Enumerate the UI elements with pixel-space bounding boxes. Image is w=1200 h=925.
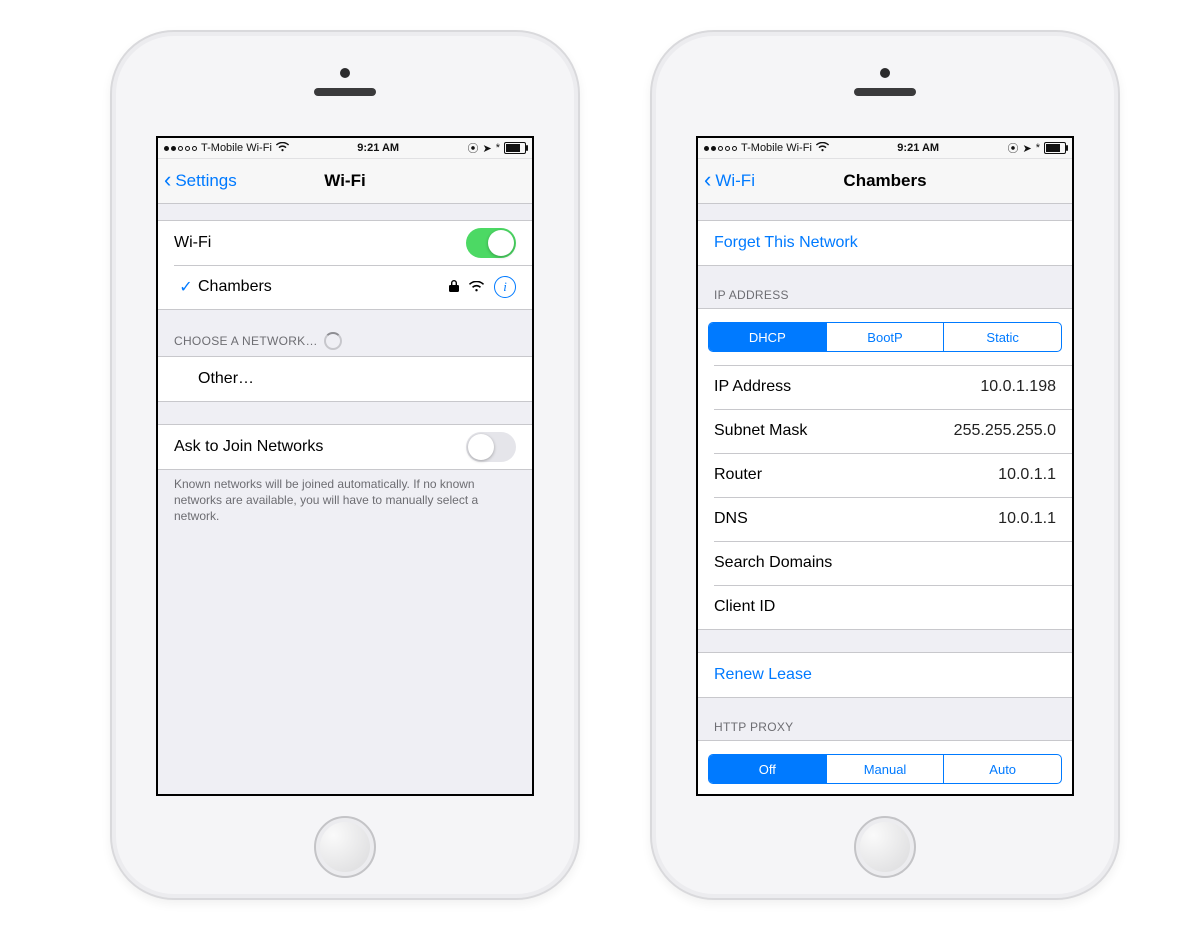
status-time: 9:21 AM	[897, 142, 939, 154]
segment-proxy-off[interactable]: Off	[709, 755, 826, 783]
info-icon[interactable]: i	[494, 276, 516, 298]
renew-lease-button[interactable]: Renew Lease	[698, 653, 1072, 697]
forget-network-button[interactable]: Forget This Network	[698, 221, 1072, 265]
back-label: Wi-Fi	[715, 171, 755, 191]
subnet-mask-value: 255.255.255.0	[954, 422, 1056, 440]
bluetooth-icon: *	[1036, 142, 1040, 154]
spinner-icon	[324, 332, 342, 350]
screen-wifi-list: T-Mobile Wi-Fi 9:21 AM ⦿ ➤ * ‹ Settings	[156, 136, 534, 796]
ip-address-group: IP ADDRESS DHCP BootP Static IP Address …	[698, 288, 1072, 630]
current-network-row[interactable]: ✓ Chambers i	[158, 265, 532, 309]
dns-value: 10.0.1.1	[998, 510, 1056, 528]
signal-dots-icon	[164, 146, 197, 151]
ip-address-header: IP ADDRESS	[698, 288, 1072, 308]
choose-network-header: CHOOSE A NETWORK…	[158, 332, 532, 356]
ask-join-footer: Known networks will be joined automatica…	[158, 470, 532, 525]
battery-icon	[504, 142, 526, 154]
phone-camera	[880, 68, 890, 78]
phone-speaker	[854, 88, 916, 96]
orientation-lock-icon: ⦿	[1007, 140, 1018, 156]
back-button[interactable]: ‹ Settings	[164, 159, 237, 203]
dns-row[interactable]: DNS 10.0.1.1	[698, 497, 1072, 541]
wifi-toggle-label: Wi-Fi	[174, 234, 466, 252]
carrier-label: T-Mobile Wi-Fi	[201, 142, 272, 154]
phone-camera	[340, 68, 350, 78]
nav-bar: ‹ Wi-Fi Chambers	[698, 159, 1072, 204]
ip-mode-segmented: DHCP BootP Static	[708, 322, 1062, 352]
phone-left: T-Mobile Wi-Fi 9:21 AM ⦿ ➤ * ‹ Settings	[110, 30, 580, 900]
forget-group: Forget This Network	[698, 220, 1072, 266]
router-value: 10.0.1.1	[998, 466, 1056, 484]
search-domains-row[interactable]: Search Domains	[698, 541, 1072, 585]
back-label: Settings	[175, 171, 236, 191]
proxy-segmented: Off Manual Auto	[708, 754, 1062, 784]
chevron-left-icon: ‹	[164, 180, 171, 182]
screen-wifi-detail: T-Mobile Wi-Fi 9:21 AM ⦿ ➤ * ‹ Wi-Fi	[696, 136, 1074, 796]
status-time: 9:21 AM	[357, 142, 399, 154]
ask-join-label: Ask to Join Networks	[174, 438, 466, 456]
battery-icon	[1044, 142, 1066, 154]
choose-network-group: CHOOSE A NETWORK… Other…	[158, 332, 532, 402]
wifi-strength-icon	[469, 279, 484, 295]
signal-dots-icon	[704, 146, 737, 151]
renew-lease-group: Renew Lease	[698, 652, 1072, 698]
nav-title: Chambers	[843, 171, 926, 191]
nav-title: Wi-Fi	[324, 171, 365, 191]
chevron-left-icon: ‹	[704, 180, 711, 182]
subnet-mask-row[interactable]: Subnet Mask 255.255.255.0	[698, 409, 1072, 453]
ip-mode-segmented-row: DHCP BootP Static	[698, 309, 1072, 365]
ask-join-group: Ask to Join Networks Known networks will…	[158, 424, 532, 525]
wifi-toggle-group: Wi-Fi ✓ Chambers	[158, 220, 532, 310]
current-network-label: Chambers	[198, 278, 449, 296]
segment-proxy-manual[interactable]: Manual	[826, 755, 944, 783]
checkmark-icon: ✓	[174, 277, 198, 297]
client-id-row[interactable]: Client ID	[698, 585, 1072, 629]
bluetooth-icon: *	[496, 142, 500, 154]
phone-speaker	[314, 88, 376, 96]
segment-static[interactable]: Static	[943, 323, 1061, 351]
home-button[interactable]	[854, 816, 916, 878]
other-network-label: Other…	[198, 370, 516, 388]
content: Forget This Network IP ADDRESS DHCP Boot…	[698, 202, 1072, 794]
carrier-label: T-Mobile Wi-Fi	[741, 142, 812, 154]
segment-bootp[interactable]: BootP	[826, 323, 944, 351]
nav-bar: ‹ Settings Wi-Fi	[158, 159, 532, 204]
location-icon: ➤	[1022, 142, 1031, 155]
other-network-row[interactable]: Other…	[158, 357, 532, 401]
wifi-toggle-row[interactable]: Wi-Fi	[158, 221, 532, 265]
content: Wi-Fi ✓ Chambers	[158, 202, 532, 794]
location-icon: ➤	[482, 142, 491, 155]
orientation-lock-icon: ⦿	[467, 140, 478, 156]
ip-address-value: 10.0.1.198	[980, 378, 1056, 396]
back-button[interactable]: ‹ Wi-Fi	[704, 159, 755, 203]
ask-join-switch[interactable]	[466, 432, 516, 462]
http-proxy-group: HTTP PROXY Off Manual Auto	[698, 720, 1072, 794]
wifi-switch[interactable]	[466, 228, 516, 258]
home-button[interactable]	[314, 816, 376, 878]
router-row[interactable]: Router 10.0.1.1	[698, 453, 1072, 497]
ip-address-row[interactable]: IP Address 10.0.1.198	[698, 365, 1072, 409]
proxy-segmented-row: Off Manual Auto	[698, 741, 1072, 794]
http-proxy-header: HTTP PROXY	[698, 720, 1072, 740]
segment-dhcp[interactable]: DHCP	[709, 323, 826, 351]
segment-proxy-auto[interactable]: Auto	[943, 755, 1061, 783]
status-bar: T-Mobile Wi-Fi 9:21 AM ⦿ ➤ *	[158, 138, 532, 159]
phone-right: T-Mobile Wi-Fi 9:21 AM ⦿ ➤ * ‹ Wi-Fi	[650, 30, 1120, 900]
ask-join-row[interactable]: Ask to Join Networks	[158, 425, 532, 469]
status-bar: T-Mobile Wi-Fi 9:21 AM ⦿ ➤ *	[698, 138, 1072, 159]
lock-icon	[449, 280, 459, 295]
wifi-icon	[276, 141, 289, 155]
wifi-icon	[816, 141, 829, 155]
